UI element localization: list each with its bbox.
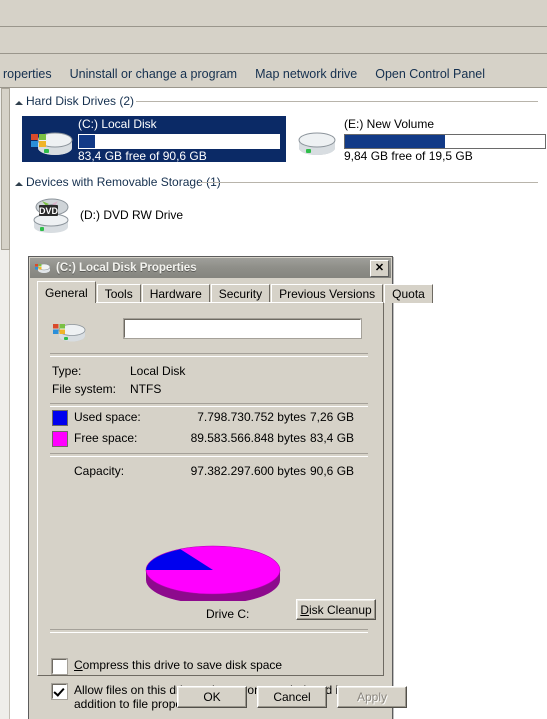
close-icon[interactable]: ✕ — [370, 260, 389, 277]
drive-tile-e[interactable]: (E:) New Volume 9,84 GB free of 19,5 GB — [288, 116, 546, 163]
file-system-label: File system: — [52, 382, 117, 396]
toolbar-open-control-panel[interactable]: Open Control Panel — [366, 65, 494, 83]
used-space-size: 7,26 GB — [310, 410, 355, 424]
vertical-scrollbar[interactable] — [0, 88, 10, 719]
drive-caption: Drive C: — [206, 607, 250, 621]
tab-tools[interactable]: Tools — [96, 284, 141, 303]
explorer-ribbon-band-1 — [0, 0, 547, 26]
disk-properties-dialog: (C:) Local Disk Properties ✕ General Too… — [28, 256, 433, 719]
file-system-value: NTFS — [130, 382, 162, 396]
drive-free-text-c: 83,4 GB free of 90,6 GB — [78, 149, 207, 163]
tab-security[interactable]: Security — [210, 284, 271, 303]
disk-cleanup-label: isk Cleanup — [308, 602, 372, 617]
used-space-label: Used space: — [74, 410, 141, 424]
general-tab-panel: Type: Local Disk File system: NTFS Used … — [37, 302, 384, 711]
free-space-label: Free space: — [74, 431, 138, 445]
ok-button[interactable]: OK — [177, 686, 247, 708]
drive-tile-c[interactable]: (C:) Local Disk 83,4 GB free of 90,6 GB — [22, 116, 286, 163]
toolbar-map-network-drive[interactable]: Map network drive — [246, 65, 366, 83]
collapse-caret-icon — [14, 96, 25, 107]
cancel-button[interactable]: Cancel — [257, 686, 327, 708]
toolbar-uninstall-or-change-a-program[interactable]: Uninstall or change a program — [61, 65, 246, 83]
drive-usage-fill-c — [79, 135, 95, 148]
tab-general[interactable]: General — [37, 281, 96, 303]
volume-label-input[interactable] — [123, 318, 362, 339]
apply-button: Apply — [337, 686, 407, 708]
capacity-bytes: 97.382.297.600 bytes — [190, 464, 306, 478]
svg-text:DVD: DVD — [39, 206, 59, 216]
group-header-removable-storage[interactable]: Devices with Removable Storage (1) — [14, 175, 221, 189]
group-rule-1 — [136, 101, 538, 102]
separator-1 — [50, 353, 368, 357]
drive-free-text-e: 9,84 GB free of 19,5 GB — [344, 149, 473, 163]
hard-disk-drive-icon — [28, 124, 74, 158]
screen: roperties Uninstall or change a program … — [0, 0, 547, 719]
scrollbar-thumb[interactable] — [1, 88, 10, 250]
tab-hardware[interactable]: Hardware — [141, 284, 210, 303]
capacity-size: 90,6 GB — [310, 464, 355, 478]
dialog-title-bar[interactable]: (C:) Local Disk Properties — [30, 258, 391, 278]
dialog-tab-strip: General Tools Hardware Security Previous… — [37, 281, 434, 303]
compress-drive-checkbox-row[interactable]: Compress this drive to save disk space — [51, 658, 370, 675]
group-label: Hard Disk Drives (2) — [26, 94, 135, 108]
drive-usage-fill-e — [345, 135, 445, 148]
drive-name-c: (C:) Local Disk — [78, 117, 157, 131]
tab-quota[interactable]: Quota — [384, 284, 433, 303]
drive-usage-bar-c — [78, 134, 280, 149]
separator-4 — [50, 629, 368, 633]
group-rule-2 — [200, 182, 538, 183]
toolbar-properties[interactable]: roperties — [0, 65, 61, 83]
drive-name-d: (D:) DVD RW Drive — [80, 208, 184, 222]
compress-drive-checkbox[interactable] — [51, 658, 68, 675]
compress-drive-label: Compress this drive to save disk space — [74, 658, 283, 672]
used-space-swatch — [52, 410, 68, 426]
disk-cleanup-button[interactable]: Disk Cleanup — [296, 599, 376, 620]
toolbar-item-list: roperties Uninstall or change a program … — [0, 65, 494, 83]
group-header-hard-disk-drives[interactable]: Hard Disk Drives (2) — [14, 94, 134, 108]
separator-3 — [50, 453, 368, 457]
hard-disk-drive-icon — [35, 261, 51, 275]
collapse-caret-icon — [14, 177, 25, 188]
dialog-title: (C:) Local Disk Properties — [56, 262, 197, 274]
disk-usage-pie-chart — [138, 539, 288, 604]
free-space-swatch — [52, 431, 68, 447]
used-space-bytes: 7.798.730.752 bytes — [197, 410, 306, 424]
free-space-bytes: 89.583.566.848 bytes — [190, 431, 306, 445]
type-label: Type: — [52, 364, 82, 378]
capacity-label: Capacity: — [74, 464, 125, 478]
separator-2 — [50, 403, 368, 407]
group-label: Devices with Removable Storage (1) — [26, 175, 221, 189]
tab-previous-versions[interactable]: Previous Versions — [271, 284, 384, 303]
drive-usage-bar-e — [344, 134, 546, 149]
type-value: Local Disk — [130, 364, 186, 378]
disk-cleanup-accel: D — [300, 602, 309, 617]
drive-name-e: (E:) New Volume — [344, 117, 435, 131]
hard-disk-drive-icon — [294, 124, 340, 158]
dvd-drive-icon: DVD — [28, 196, 74, 233]
hard-disk-drive-icon — [52, 317, 86, 345]
explorer-ribbon-band-2 — [0, 27, 547, 53]
drive-tile-d[interactable]: DVD (D:) DVD RW Drive — [22, 194, 242, 238]
dialog-button-row: OK Cancel Apply — [29, 682, 407, 712]
free-space-size: 83,4 GB — [310, 431, 355, 445]
